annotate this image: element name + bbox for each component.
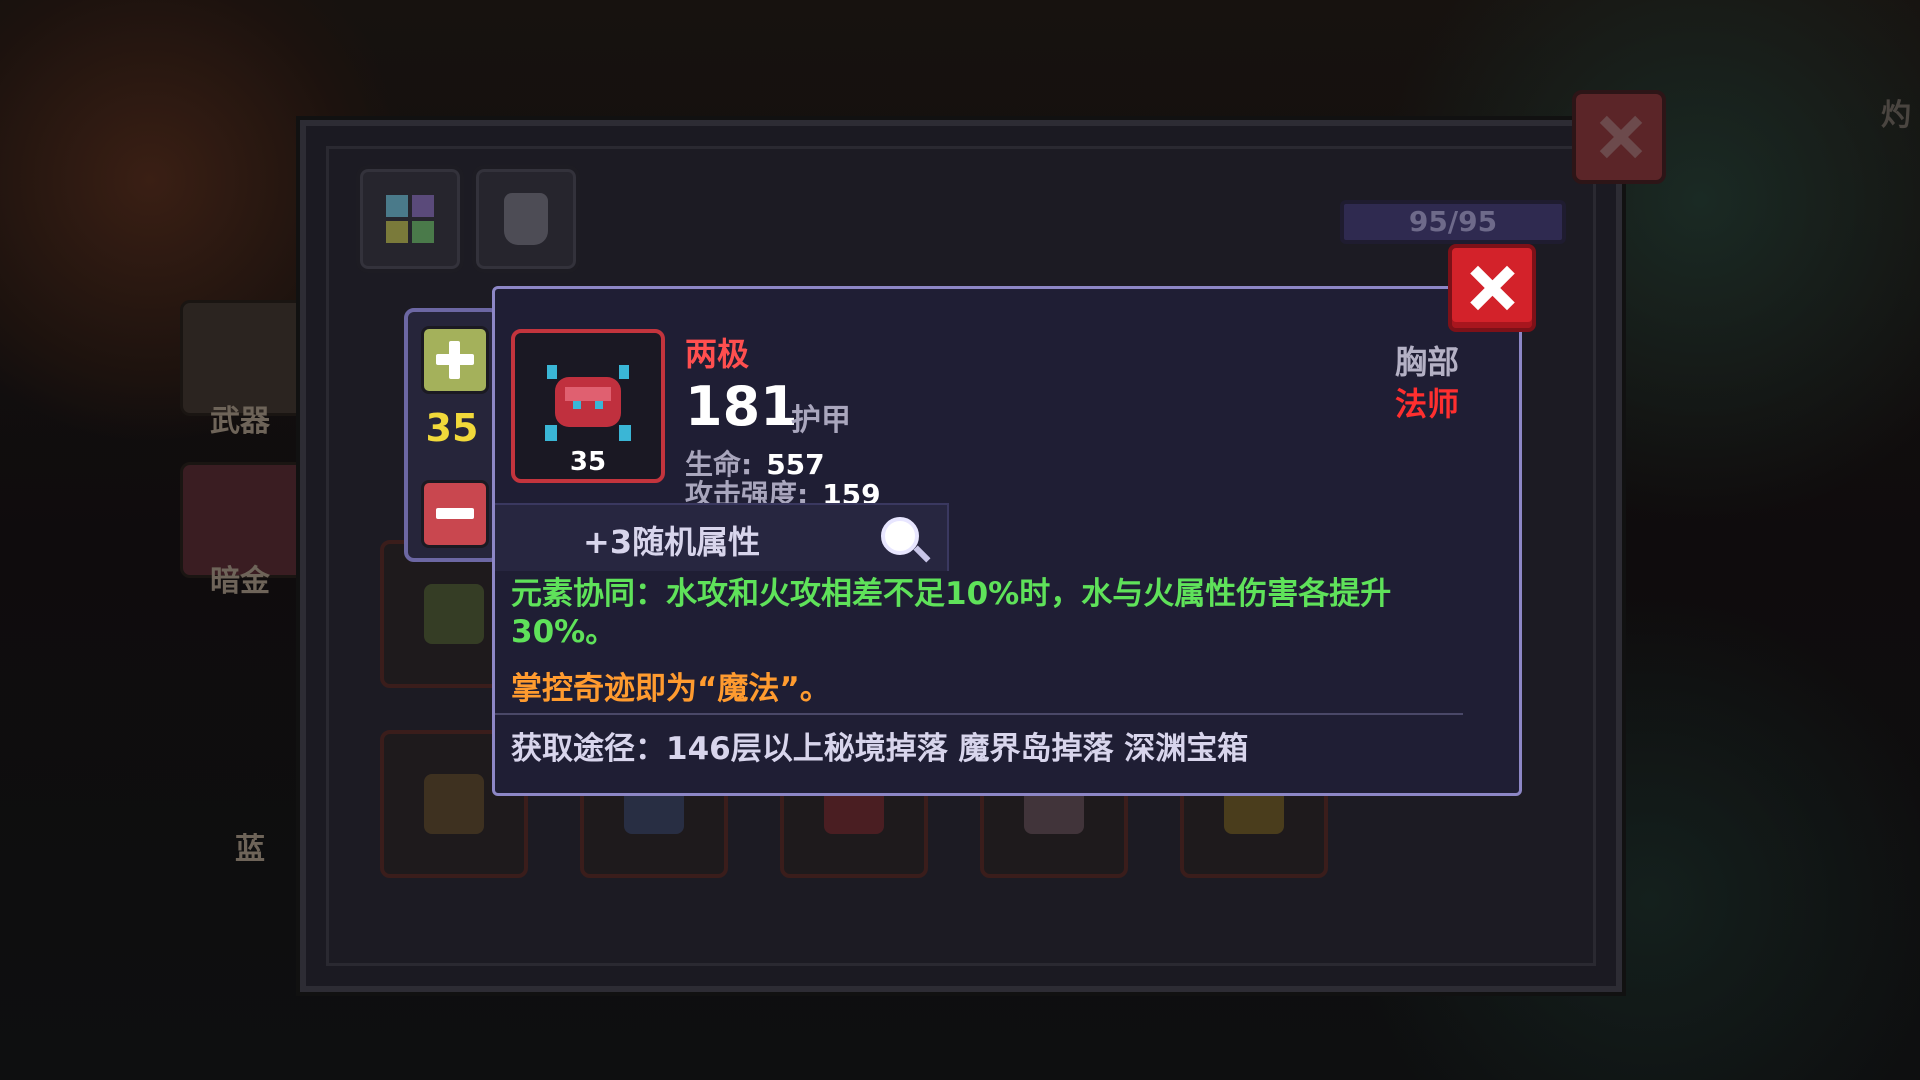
- item-effect: 元素协同：水攻和火攻相差不足10%时，水与火属性伤害各提升30%。: [511, 576, 1392, 650]
- popup-close-button[interactable]: [1448, 244, 1536, 332]
- decrease-level-button[interactable]: [421, 480, 489, 548]
- random-attributes-bar[interactable]: +3随机属性: [495, 503, 949, 571]
- inventory-capacity: 95/95: [1340, 200, 1566, 244]
- increase-level-button[interactable]: [421, 326, 489, 394]
- right-edge-text: 灼: [1881, 98, 1911, 133]
- level-stepper: 35: [404, 308, 500, 562]
- item-level: 35: [569, 447, 607, 477]
- equipment-slot-type: 胸部: [1394, 343, 1459, 381]
- grid-category-icon-part: [412, 221, 434, 243]
- grid-category-icon-part: [386, 221, 408, 243]
- grid-category-icon-part: [412, 195, 434, 217]
- side-tab-weapon-label: 武器: [210, 404, 270, 439]
- armor-item-icon: [424, 584, 484, 644]
- armor-label: 护甲: [791, 403, 851, 438]
- item-detail-popup: 35 两极 181 护甲 生命: 557 攻击强度: 159 胸部 法师 +3随机属…: [492, 286, 1522, 796]
- magnifier-icon[interactable]: [881, 517, 919, 555]
- item-name: 两极: [685, 335, 750, 373]
- armor-category-icon: [504, 193, 548, 245]
- item-icon-frame: 35: [511, 329, 665, 483]
- inventory-close-button[interactable]: [1572, 90, 1666, 184]
- armor-item-icon: [424, 774, 484, 834]
- class-requirement: 法师: [1394, 385, 1459, 423]
- armor-value: 181: [685, 375, 798, 438]
- armor-category-tab[interactable]: [472, 165, 580, 273]
- grid-category-icon: [386, 195, 408, 217]
- side-tab-dark-gold-label: 暗金: [210, 564, 270, 599]
- item-flavor-text: 掌控奇迹即为“魔法”。: [511, 671, 831, 707]
- level-stepper-value: 35: [425, 406, 479, 450]
- grid-category-tab[interactable]: [356, 165, 464, 273]
- divider: [495, 713, 1463, 715]
- item-source: 获取途径：146层以上秘境掉落 魔界岛掉落 深渊宝箱: [511, 731, 1249, 767]
- side-tab-blue-label: 蓝: [235, 832, 265, 867]
- random-attributes-label: +3随机属性: [583, 523, 761, 561]
